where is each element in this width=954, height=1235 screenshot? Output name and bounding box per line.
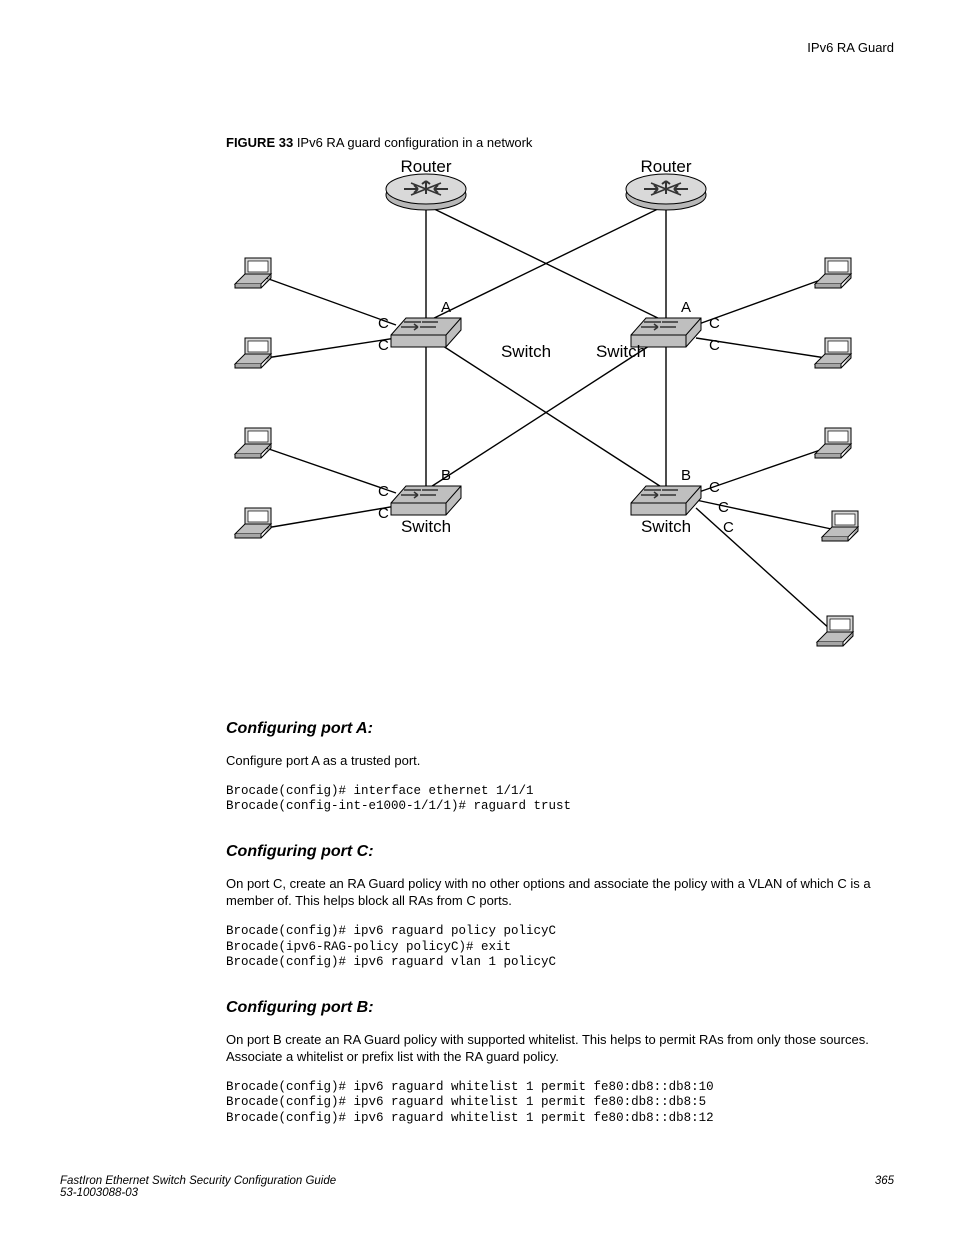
code-port-c: Brocade(config)# ipv6 raguard policy pol…: [226, 924, 894, 971]
figure-caption-text: IPv6 RA guard configuration in a network: [297, 135, 533, 150]
label-switch-tr: Switch: [596, 342, 646, 361]
code-port-a: Brocade(config)# interface ethernet 1/1/…: [226, 784, 894, 815]
footer-partno: 53-1003088-03: [60, 1187, 336, 1199]
body-port-b: On port B create an RA Guard policy with…: [226, 1031, 894, 1066]
label-portB-1: B: [441, 467, 451, 484]
figure-caption: FIGURE 33 IPv6 RA guard configuration in…: [226, 135, 894, 150]
label-portC-tr1: C: [709, 315, 720, 332]
label-portC-br2: C: [718, 499, 729, 516]
label-switch-tl: Switch: [501, 342, 551, 361]
label-portC-br3: C: [723, 519, 734, 536]
body-port-c: On port C, create an RA Guard policy wit…: [226, 875, 894, 910]
label-portC-tr2: C: [709, 337, 720, 354]
footer-title: FastIron Ethernet Switch Security Config…: [60, 1175, 336, 1187]
running-header: IPv6 RA Guard: [807, 40, 894, 55]
label-router-1: Router: [400, 160, 451, 176]
network-diagram: Router Router Switch Switch Switch Switc…: [226, 160, 876, 690]
body-port-a: Configure port A as a trusted port.: [226, 752, 894, 770]
footer-page: 365: [875, 1175, 894, 1199]
code-port-b: Brocade(config)# ipv6 raguard whitelist …: [226, 1080, 894, 1127]
label-portC-br1: C: [709, 479, 720, 496]
label-router-2: Router: [640, 160, 691, 176]
label-portB-2: B: [681, 467, 691, 484]
figure-label: FIGURE 33: [226, 135, 293, 150]
label-portA-2: A: [681, 299, 691, 316]
label-portA-1: A: [441, 299, 451, 316]
label-portC-tl2: C: [378, 337, 389, 354]
label-switch-br: Switch: [641, 517, 691, 536]
label-switch-bl: Switch: [401, 517, 451, 536]
label-portC-bl2: C: [378, 505, 389, 522]
heading-port-a: Configuring port A:: [226, 720, 894, 738]
heading-port-b: Configuring port B:: [226, 999, 894, 1017]
heading-port-c: Configuring port C:: [226, 843, 894, 861]
label-portC-tl1: C: [378, 315, 389, 332]
label-portC-bl1: C: [378, 483, 389, 500]
page-footer: FastIron Ethernet Switch Security Config…: [60, 1175, 894, 1199]
